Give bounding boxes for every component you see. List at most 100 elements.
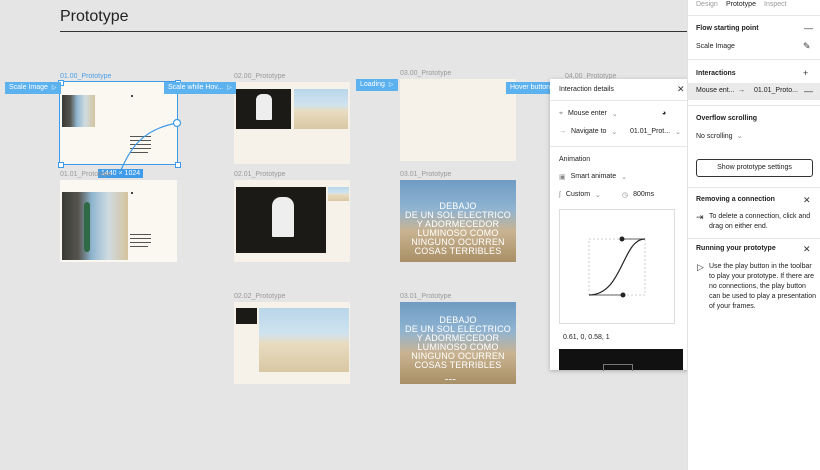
properties-panel: Design Prototype Inspect Flow starting p… [687,0,820,470]
interaction-trigger: Mouse ent... [696,87,735,94]
running-prototype-text: Use the play button in the toolbar to pl… [709,263,817,310]
removing-connection-text: To delete a connection, click and drag o… [709,213,811,230]
close-icon[interactable]: ✕ [803,196,811,205]
divider [688,187,820,188]
easing-curve-icon: ∫ [559,191,561,198]
resize-handle[interactable] [58,162,64,168]
play-icon: ▷ [388,82,394,88]
frame-02-02[interactable] [234,302,350,384]
frame-image [236,308,257,324]
title-divider [60,31,687,32]
minus-icon[interactable]: — [804,87,813,96]
frame-03-01[interactable]: DEBAJO DE UN SOL ELECTRICO Y ADORMECEDOR… [400,180,516,262]
remove-connection-icon: ⇥ [696,212,704,222]
action-select[interactable]: → Navigate to ⌄ [559,128,617,136]
overflow-value: No scrolling [696,133,733,140]
show-prototype-settings-button[interactable]: Show prototype settings [696,159,813,177]
chevron-down-icon: ⌄ [611,111,618,118]
easing-select[interactable]: ∫ Custom ⌄ [559,191,601,199]
overflow-select[interactable]: No scrolling ⌄ [696,132,742,142]
tag-label: Scale Image [9,84,48,91]
frame-image [62,95,95,127]
arrow-right-icon: → [559,128,566,135]
tab-design[interactable]: Design [696,1,718,8]
close-icon[interactable]: ✕ [677,85,685,94]
trigger-select[interactable]: ⌖ Mouse enter ⌄ [559,110,618,118]
chevron-down-icon: ⌄ [621,174,628,181]
connection-tag-scale-hover[interactable]: Scale while Hov... ▷ [164,82,236,94]
frame-label-02-01[interactable]: 02.01_Prototype [234,171,285,178]
bezier-curve-editor[interactable] [559,209,675,324]
connection-tag-scale-image[interactable]: Scale Image ▷ [5,82,61,94]
duration-input[interactable]: ◷ 800ms [622,191,654,199]
interaction-row[interactable]: Mouse ent... → 01.01_Proto... — [688,83,820,100]
frame-label-03-00[interactable]: 03.00_Prototype [400,70,451,77]
clock-icon: ◷ [622,192,629,199]
play-icon: ▷ [227,85,232,91]
popup-title: Interaction details [559,86,614,93]
destination-select[interactable]: 01.01_Prot... ⌄ [630,128,681,136]
divider [550,146,691,147]
interaction-target: 01.01_Proto... [754,87,798,94]
minus-icon[interactable]: — [804,24,813,33]
flow-starting-point-title: Flow starting point [696,25,759,32]
tag-label: Hover button [510,84,551,91]
frame-label-02-02[interactable]: 02.02_Prototype [234,293,285,300]
tab-prototype[interactable]: Prototype [726,1,756,8]
frame-03-01[interactable]: DEBAJO DE UN SOL ELECTRICO Y ADORMECEDOR… [400,302,516,384]
divider [688,238,820,239]
frame-03-00[interactable] [400,79,516,161]
poster-headline: DEBAJO DE UN SOL ELECTRICO Y ADORMECEDOR… [405,315,511,370]
connection-tag-loading[interactable]: Loading ▷ [356,79,398,91]
tag-label: Loading [360,81,385,88]
frame-image [294,89,348,129]
frame-body-text: ▬▬▬▬▬▬▬ ▬▬▬▬▬▬▬ ▬▬▬▬▬▬▬ ▬▬▬▬▬▬ [130,232,151,248]
frame-01-01[interactable]: ▬▬▬▬▬▬▬ ▬▬▬▬▬▬▬ ▬▬▬▬▬▬▬ ▬▬▬▬▬▬ [60,180,177,262]
page-title: Prototype [60,8,129,25]
dot-marker [131,95,133,97]
arrow-right-icon: → [738,87,745,94]
edit-icon[interactable]: ✎ [803,42,811,51]
frame-label-01-00[interactable]: 01.00_Prototype [60,73,111,80]
poster-headline: DEBAJO DE UN SOL ELECTRICO Y ADORMECEDOR… [405,201,511,256]
chevron-down-icon: ⌄ [675,129,681,136]
flow-name[interactable]: Scale Image [696,42,735,52]
interactions-title: Interactions [696,70,736,77]
connection-arrow[interactable] [100,110,190,180]
tab-inspect[interactable]: Inspect [764,1,787,8]
hover-state-icon[interactable]: ◕ [662,110,666,117]
umbrella-shape [84,202,90,252]
frame-02-00[interactable] [234,82,350,164]
frame-image [259,308,349,372]
animation-type-select[interactable]: ▣ Smart animate ⌄ [559,173,627,181]
animation-type-value: Smart animate [570,173,617,180]
divider [688,105,820,106]
action-value: Navigate to [571,128,607,135]
divider [688,15,820,16]
preview-shape [603,364,633,371]
close-icon[interactable]: ✕ [803,245,811,254]
frame-label-03-01[interactable]: 03.01_Prototype [400,171,451,178]
frame-02-01[interactable] [234,180,350,262]
chevron-down-icon: ⌄ [611,129,618,136]
trigger-value: Mouse enter [567,110,607,117]
smart-animate-icon: ▣ [559,174,566,181]
running-prototype-title: Running your prototype [696,245,776,252]
frame-label-01-01[interactable]: 01.01_Prototype [60,171,111,178]
dot-marker [131,192,133,194]
plus-icon[interactable]: + [803,69,808,78]
frame-image [328,187,349,201]
easing-value: Custom [565,191,591,198]
chevron-down-icon: ⌄ [736,133,743,140]
frame-label-03-01[interactable]: 03.01_Prototype [400,293,451,300]
frame-label-02-00[interactable]: 02.00_Prototype [234,73,285,80]
tag-label: Scale while Hov... [168,84,224,91]
bezier-curve-graph[interactable] [560,210,674,323]
frame-image [236,187,326,253]
frame-image [62,192,128,260]
play-icon: ▷ [51,85,57,91]
interaction-details-popup: Interaction details ✕ ⌖ Mouse enter ⌄ ◕ … [550,79,691,371]
destination-value: 01.01_Prot... [630,128,671,135]
overflow-scrolling-title: Overflow scrolling [696,115,758,122]
animation-preview [559,349,683,371]
